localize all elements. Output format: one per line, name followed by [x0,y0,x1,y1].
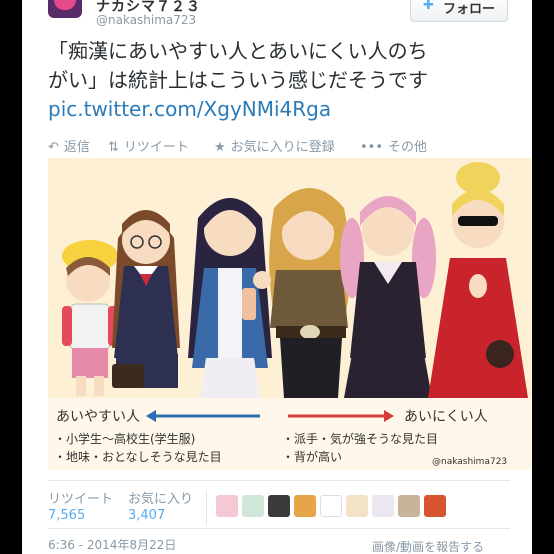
retweet-action[interactable]: ⇅ リツイート [108,136,189,155]
reply-label: 返信 [63,140,90,155]
retweet-label: リツイート [123,140,189,155]
tweet-link[interactable]: pic.twitter.com/XgyNMi4Rga [48,95,518,124]
illustration-credit: @nakashima723 [432,457,507,467]
report-media-link[interactable]: 画像/動画を報告する [372,538,484,554]
favorite-action[interactable]: ★ お気に入りに登録 [214,136,335,155]
right-item-1: ・派手・気が強そうな見た目 [282,431,438,446]
retweet-stat[interactable]: リツイート 7,565 [48,488,113,523]
character-student-glasses [112,210,180,388]
tweet-line-2: がい」は統計上はこういう感じだそうです [48,68,428,92]
left-item-1: ・小学生〜高校生(学生服) [54,431,195,446]
tweet-card: ナカシマ７２３ @nakashima723 ✚ フォロー 「痴漢にあいやすい人と… [22,0,532,554]
more-label: その他 [388,140,428,155]
favoriter-avatar-6[interactable] [346,495,368,517]
favorite-label: お気に入りに登録 [230,140,335,155]
favoriter-avatar-5[interactable] [320,495,342,517]
left-heading: あいやすい人 [56,409,140,425]
retweet-icon: ⇅ [108,140,119,155]
follow-button[interactable]: ✚ フォロー [410,0,508,22]
avatar[interactable] [48,0,82,18]
favoriter-avatar-7[interactable] [372,495,394,517]
favoriter-avatar-3[interactable] [268,495,290,517]
retweet-stat-label: リツイート [48,492,114,507]
character-pink-hair [340,196,436,398]
user-handle[interactable]: @nakashima723 [96,13,196,27]
favoriter-avatar-2[interactable] [242,495,264,517]
favoriter-avatar-9[interactable] [424,495,446,517]
tweet-timestamp[interactable]: 6:36 - 2014年8月22日 [48,536,176,553]
star-icon: ★ [214,140,226,155]
character-long-hair [188,198,272,398]
lips-icon [54,0,76,10]
tweet-line-1: 「痴漢にあいやすい人とあいにくい人のち [48,39,428,63]
right-heading: あいにくい人 [404,409,488,425]
left-item-2: ・地味・おとなしそうな見た目 [54,450,222,464]
more-action[interactable]: ••• その他 [360,136,427,155]
more-icon: ••• [360,140,384,155]
favorite-count: 3,407 [128,508,166,523]
favorite-stat-label: お気に入り [128,492,194,507]
retweet-count: 7,565 [48,508,86,523]
favoriter-avatar-1[interactable] [216,495,238,517]
favoriter-avatar-8[interactable] [398,495,420,517]
favoriter-avatar-4[interactable] [294,495,316,517]
right-item-2: ・背が高い [282,449,342,464]
tweet-text: 「痴漢にあいやすい人とあいにくい人のち がい」は統計上はこういう感じだそうです … [48,37,518,124]
add-user-icon: ✚ [423,0,434,13]
favorite-stat[interactable]: お気に入り 3,407 [128,488,193,523]
reply-icon: ↶ [48,140,59,155]
stats-divider [206,490,207,526]
illustration-svg: あいやすい人 ・小学生〜高校生(学生服) ・地味・おとなしそうな見た目 あいにく… [48,158,532,470]
divider-top [48,480,510,481]
follow-label: フォロー [443,2,496,17]
divider-bottom [48,528,510,529]
tweet-image[interactable]: あいやすい人 ・小学生〜高校生(学生服) ・地味・おとなしそうな見た目 あいにく… [48,158,532,470]
reply-action[interactable]: ↶ 返信 [48,136,90,155]
